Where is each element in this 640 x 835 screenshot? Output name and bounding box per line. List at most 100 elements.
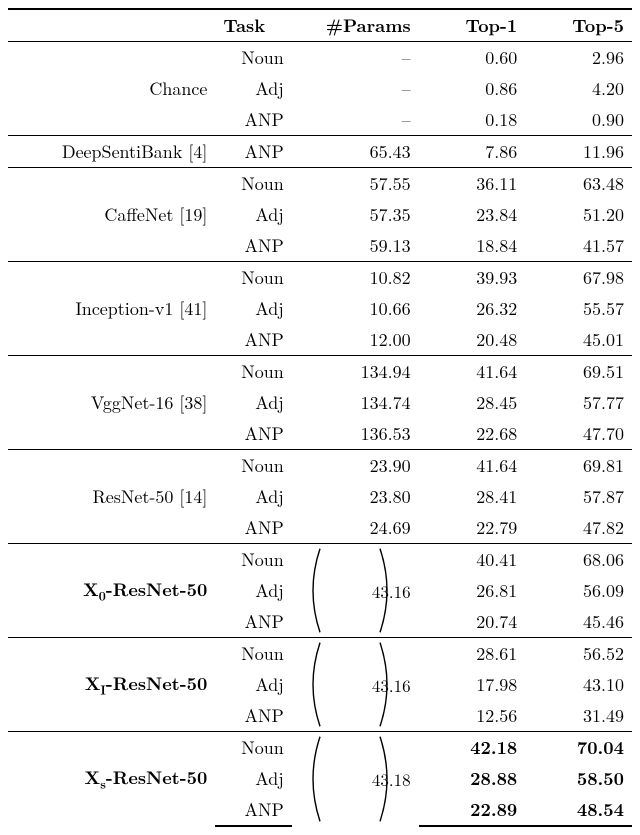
table-row: Inception-v1 [41]Noun10.8239.9367.98 bbox=[8, 262, 632, 294]
top5-cell: 41.57 bbox=[525, 230, 632, 262]
params-cell: 59.13 bbox=[292, 230, 419, 262]
top1-cell: 22.68 bbox=[419, 418, 526, 450]
top1-cell: 41.64 bbox=[419, 450, 526, 482]
top1-cell: 17.98 bbox=[419, 669, 526, 700]
task-cell: ANP bbox=[215, 418, 291, 450]
params-cell: – bbox=[292, 73, 419, 104]
params-bracket-cell: 43.16 bbox=[292, 544, 419, 638]
top1-cell: 7.86 bbox=[419, 136, 526, 168]
top1-cell: 23.84 bbox=[419, 199, 526, 230]
task-cell: Adj bbox=[215, 575, 291, 606]
top5-cell: 55.57 bbox=[525, 293, 632, 324]
params-value: 43.16 bbox=[372, 579, 411, 603]
top5-cell: 63.48 bbox=[525, 168, 632, 200]
task-cell: Noun bbox=[215, 544, 291, 576]
task-cell: Adj bbox=[215, 293, 291, 324]
model-name: ResNet-50 [14] bbox=[8, 450, 215, 544]
task-cell: Adj bbox=[215, 73, 291, 104]
top1-cell: 0.18 bbox=[419, 104, 526, 136]
top5-cell: 67.98 bbox=[525, 262, 632, 294]
top5-cell: 47.70 bbox=[525, 418, 632, 450]
top5-cell: 45.46 bbox=[525, 606, 632, 638]
top5-cell: 57.87 bbox=[525, 481, 632, 512]
task-cell: Noun bbox=[215, 262, 291, 294]
table-row: XI-ResNet-50Noun43.1628.6156.52 bbox=[8, 638, 632, 670]
top5-cell: 69.51 bbox=[525, 356, 632, 388]
model-name: VggNet-16 [38] bbox=[8, 356, 215, 450]
params-bracket-cell: 43.16 bbox=[292, 638, 419, 732]
top1-cell: 0.60 bbox=[419, 42, 526, 74]
params-cell: 57.35 bbox=[292, 199, 419, 230]
model-name: Chance bbox=[8, 42, 215, 136]
params-cell: – bbox=[292, 42, 419, 74]
task-cell: Adj bbox=[215, 481, 291, 512]
top5-cell: 51.20 bbox=[525, 199, 632, 230]
params-cell: 10.66 bbox=[292, 293, 419, 324]
model-name: X0-ResNet-50 bbox=[8, 544, 215, 638]
table-row: ChanceNoun–0.602.96 bbox=[8, 42, 632, 74]
params-value: 43.16 bbox=[372, 673, 411, 697]
header-top5: Top-5 bbox=[525, 9, 632, 42]
top1-cell: 42.18 bbox=[419, 732, 526, 764]
params-cell: 23.90 bbox=[292, 450, 419, 482]
task-cell: Noun bbox=[215, 732, 291, 764]
table-row: X0-ResNet-50Noun43.1640.4168.06 bbox=[8, 544, 632, 576]
top5-cell: 47.82 bbox=[525, 512, 632, 544]
top1-cell: 41.64 bbox=[419, 356, 526, 388]
top1-cell: 22.79 bbox=[419, 512, 526, 544]
top1-cell: 12.56 bbox=[419, 700, 526, 732]
params-cell: 136.53 bbox=[292, 418, 419, 450]
top1-cell: 40.41 bbox=[419, 544, 526, 576]
task-cell: ANP bbox=[215, 606, 291, 638]
task-cell: ANP bbox=[215, 324, 291, 356]
top5-cell: 11.96 bbox=[525, 136, 632, 168]
header-row: Task #Params Top-1 Top-5 bbox=[8, 9, 632, 42]
task-cell: ANP bbox=[215, 104, 291, 136]
top5-cell: 48.54 bbox=[525, 794, 632, 826]
header-params: #Params bbox=[292, 9, 419, 42]
top1-cell: 39.93 bbox=[419, 262, 526, 294]
task-cell: ANP bbox=[215, 136, 291, 168]
top1-cell: 26.32 bbox=[419, 293, 526, 324]
top1-cell: 28.61 bbox=[419, 638, 526, 670]
top1-cell: 26.81 bbox=[419, 575, 526, 606]
top1-cell: 22.89 bbox=[419, 794, 526, 826]
results-table: Task #Params Top-1 Top-5 ChanceNoun–0.60… bbox=[8, 8, 632, 827]
top1-cell: 0.86 bbox=[419, 73, 526, 104]
task-cell: Noun bbox=[215, 638, 291, 670]
params-cell: 12.00 bbox=[292, 324, 419, 356]
header-model bbox=[8, 9, 215, 42]
top5-cell: 0.90 bbox=[525, 104, 632, 136]
params-cell: 57.55 bbox=[292, 168, 419, 200]
top1-cell: 28.41 bbox=[419, 481, 526, 512]
top5-cell: 68.06 bbox=[525, 544, 632, 576]
params-cell: 24.69 bbox=[292, 512, 419, 544]
params-cell: 134.94 bbox=[292, 356, 419, 388]
task-cell: Adj bbox=[215, 199, 291, 230]
params-cell: 10.82 bbox=[292, 262, 419, 294]
top1-cell: 36.11 bbox=[419, 168, 526, 200]
top1-cell: 28.88 bbox=[419, 763, 526, 794]
header-top1: Top-1 bbox=[419, 9, 526, 42]
top5-cell: 4.20 bbox=[525, 73, 632, 104]
params-cell: 23.80 bbox=[292, 481, 419, 512]
task-cell: Noun bbox=[215, 42, 291, 74]
task-cell: Adj bbox=[215, 763, 291, 794]
params-cell: 134.74 bbox=[292, 387, 419, 418]
model-name: CaffeNet [19] bbox=[8, 168, 215, 262]
task-cell: Adj bbox=[215, 669, 291, 700]
top1-cell: 20.48 bbox=[419, 324, 526, 356]
params-cell: – bbox=[292, 104, 419, 136]
top5-cell: 58.50 bbox=[525, 763, 632, 794]
params-value: 43.18 bbox=[372, 767, 411, 791]
top5-cell: 70.04 bbox=[525, 732, 632, 764]
top1-cell: 20.74 bbox=[419, 606, 526, 638]
task-cell: ANP bbox=[215, 512, 291, 544]
task-cell: ANP bbox=[215, 700, 291, 732]
header-task: Task bbox=[215, 9, 291, 42]
top5-cell: 56.09 bbox=[525, 575, 632, 606]
table-row: Xs-ResNet-50Noun43.1842.1870.04 bbox=[8, 732, 632, 764]
task-cell: Noun bbox=[215, 356, 291, 388]
top5-cell: 2.96 bbox=[525, 42, 632, 74]
top5-cell: 43.10 bbox=[525, 669, 632, 700]
